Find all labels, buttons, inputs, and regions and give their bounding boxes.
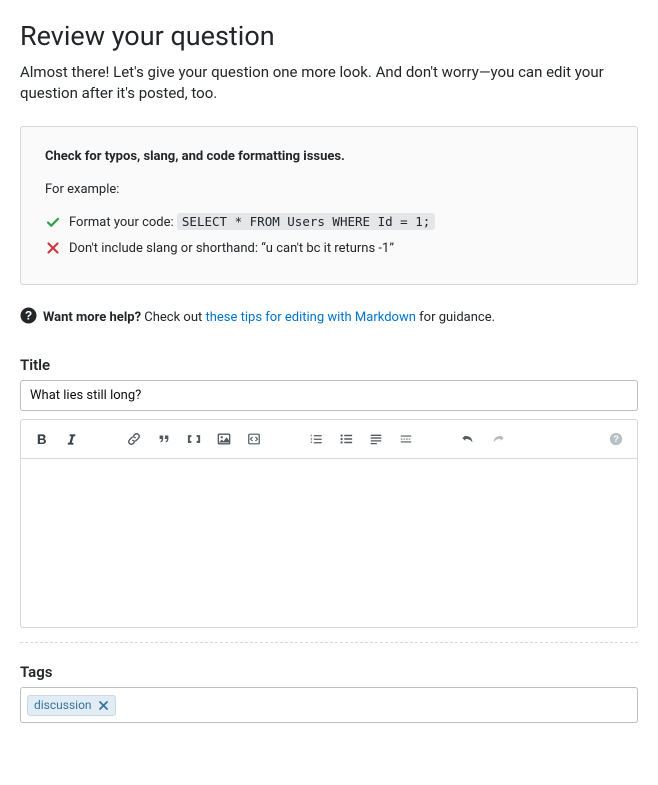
image-button[interactable] (211, 426, 237, 452)
editor-textarea[interactable] (20, 458, 638, 628)
want-more-help: ? Want more help? Check out these tips f… (20, 307, 638, 328)
title-label: Title (20, 356, 638, 374)
want-help-bold: Want more help? (43, 310, 141, 325)
link-button[interactable] (121, 426, 147, 452)
page-title: Review your question (20, 20, 638, 52)
italic-button[interactable] (59, 426, 85, 452)
cross-icon (45, 240, 61, 256)
tips-example-label: For example: (45, 182, 613, 197)
unordered-list-button[interactable] (333, 426, 359, 452)
divider (20, 642, 638, 643)
snippet-button[interactable] (241, 426, 267, 452)
tag-remove-button[interactable] (96, 698, 111, 713)
tags-input[interactable]: discussion (20, 687, 638, 723)
title-input[interactable] (20, 380, 638, 411)
svg-text:?: ? (613, 434, 619, 445)
tip-format-text: Format your code: (69, 215, 177, 230)
markdown-tips-link[interactable]: these tips for editing with Markdown (206, 310, 416, 325)
quote-button[interactable] (151, 426, 177, 452)
undo-button[interactable] (455, 426, 481, 452)
editor-toolbar: ? (20, 419, 638, 458)
question-circle-icon: ? (20, 307, 37, 328)
want-help-before: Check out (144, 310, 205, 325)
code-button[interactable] (181, 426, 207, 452)
svg-text:?: ? (25, 308, 32, 322)
tips-heading: Check for typos, slang, and code formatt… (45, 149, 613, 164)
want-help-after: for guidance. (416, 310, 495, 325)
tip-no-slang-text: Don't include slang or shorthand: “u can… (69, 239, 394, 259)
ordered-list-button[interactable] (303, 426, 329, 452)
redo-button[interactable] (485, 426, 511, 452)
tip-format-code: Format your code: SELECT * FROM Users WH… (45, 213, 613, 233)
tips-box: Check for typos, slang, and code formatt… (20, 126, 638, 285)
horizontal-rule-button[interactable] (393, 426, 419, 452)
check-icon (45, 214, 61, 230)
editor-help-button[interactable]: ? (603, 426, 629, 452)
heading-button[interactable] (363, 426, 389, 452)
tags-label: Tags (20, 663, 638, 681)
bold-button[interactable] (29, 426, 55, 452)
tag-chip: discussion (27, 695, 116, 716)
tag-chip-label: discussion (34, 698, 92, 712)
tip-format-code-sample: SELECT * FROM Users WHERE Id = 1; (177, 213, 435, 230)
tip-no-slang: Don't include slang or shorthand: “u can… (45, 239, 613, 259)
page-subtitle: Almost there! Let's give your question o… (20, 62, 638, 104)
